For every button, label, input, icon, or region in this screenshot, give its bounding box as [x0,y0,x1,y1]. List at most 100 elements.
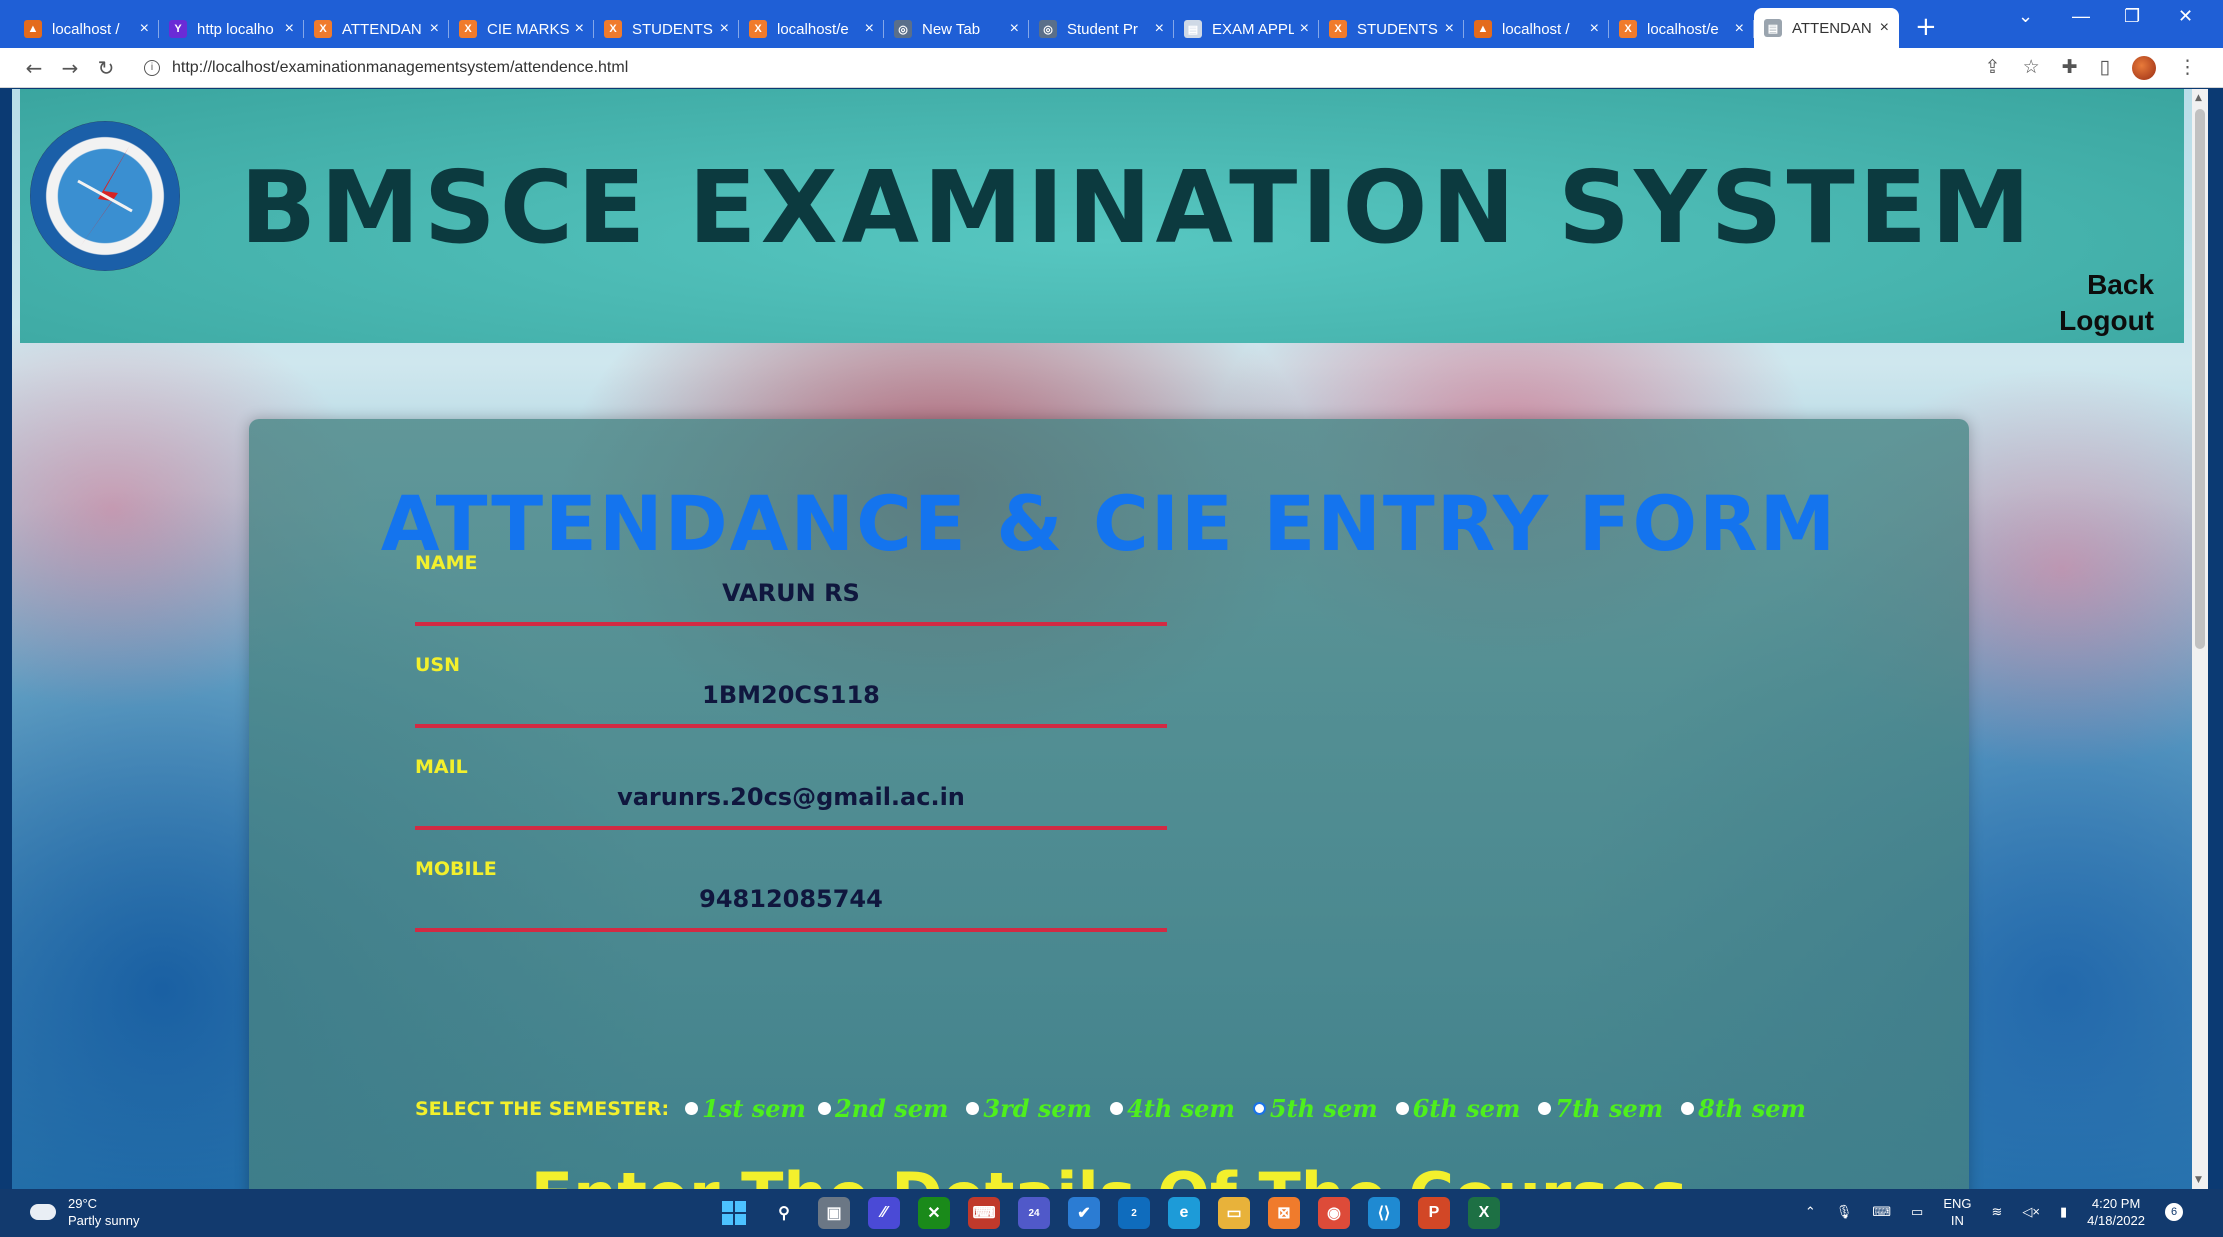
browser-tab-5[interactable]: X STUDENTS × [594,10,739,48]
browser-tab-1[interactable]: ▲ localhost / × [14,10,159,48]
teams-icon[interactable]: 24 [1018,1197,1050,1229]
page-scrollbar[interactable]: ▲ ▼ [2192,89,2208,1189]
semester-option-3[interactable]: 3rd sem [983,1094,1092,1123]
semester-radio-2[interactable] [817,1102,831,1115]
chrome-icon[interactable]: ◉ [1318,1197,1350,1229]
tab-close-icon[interactable]: × [1010,20,1019,38]
task-view-icon[interactable]: ▣ [818,1197,850,1229]
tab-close-icon[interactable]: × [140,20,149,38]
scroll-up-icon[interactable]: ▲ [2195,93,2202,103]
typing-app-icon[interactable]: ⌨ [968,1197,1000,1229]
notification-badge[interactable]: 6 [2165,1203,2183,1221]
clock[interactable]: 4:20 PM 4/18/2022 [2087,1195,2145,1229]
profile-avatar[interactable] [2132,56,2156,80]
semester-radio-1[interactable] [685,1102,699,1115]
scroll-down-icon[interactable]: ▼ [2195,1175,2202,1185]
browser-tab-3[interactable]: X ATTENDAN × [304,10,449,48]
bookmark-star-icon[interactable]: ☆ [2023,56,2040,80]
xampp-icon[interactable]: ⊠ [1268,1197,1300,1229]
keyboard-icon[interactable]: ⌨ [1872,1204,1891,1220]
minimize-icon[interactable]: — [2072,6,2090,27]
browser-tab-4[interactable]: X CIE MARKS × [449,10,594,48]
tab-close-icon[interactable]: × [720,20,729,38]
browser-tab-7[interactable]: ◎ New Tab × [884,10,1029,48]
display-icon[interactable]: ▭ [1911,1204,1923,1220]
system-tray: ⌃ 🎙 ⌨ ▭ ENG IN ≋ ◁× ▮ 4:20 PM 4/18/2022 … [1805,1195,2183,1229]
reload-icon[interactable]: ↻ [88,56,124,80]
semester-option-7[interactable]: 7th sem [1555,1094,1663,1123]
tab-search-icon[interactable]: ⌄ [2018,6,2033,27]
semester-option-2[interactable]: 2nd sem [835,1094,948,1123]
forward-arrow-icon[interactable]: → [52,56,88,80]
weather-temp: 29°C [68,1196,98,1211]
language-indicator[interactable]: ENG IN [1943,1195,1971,1229]
battery-icon[interactable]: ▮ [2060,1204,2067,1220]
restore-icon[interactable]: ❐ [2124,6,2140,27]
back-link[interactable]: Back [2087,269,2154,301]
semester-radio-7[interactable] [1538,1102,1552,1115]
tab-close-icon[interactable]: × [1155,20,1164,38]
vscode-icon[interactable]: ⟨⟩ [1368,1197,1400,1229]
todo-icon[interactable]: ✔ [1068,1197,1100,1229]
browser-tab-2[interactable]: Yhttp localho × [159,10,304,48]
semester-option-4[interactable]: 4th sem [1127,1094,1235,1123]
logout-link[interactable]: Logout [2059,305,2154,337]
mail-icon[interactable]: 2 [1118,1197,1150,1229]
back-arrow-icon[interactable]: ← [16,56,52,80]
tab-title: CIE MARKS [487,20,569,38]
microphone-icon[interactable]: 🎙 [1836,1204,1853,1220]
semester-radio-8[interactable] [1681,1102,1695,1115]
excel-icon[interactable]: X [1468,1197,1500,1229]
tab-close-icon[interactable]: × [1880,19,1889,37]
new-tab-icon[interactable]: + [1915,12,1937,42]
tab-close-icon[interactable]: × [575,20,584,38]
start-icon[interactable] [718,1197,750,1229]
extensions-icon[interactable]: ✚ [2062,56,2078,80]
browser-tab-8[interactable]: ◎ Student Pr × [1029,10,1174,48]
semester-option-6[interactable]: 6th sem [1413,1094,1521,1123]
tab-close-icon[interactable]: × [430,20,439,38]
file-explorer-icon[interactable]: ▭ [1218,1197,1250,1229]
clock-time: 4:20 PM [2091,1196,2141,1211]
wifi-icon[interactable]: ≋ [1992,1204,2003,1220]
weather-desc: Partly sunny [68,1213,140,1228]
url-field[interactable]: i http://localhost/examinationmanagement… [144,59,628,77]
browser-tab-11[interactable]: ▲ localhost / × [1464,10,1609,48]
browser-tab-9[interactable]: ▤ EXAM APPL × [1174,10,1319,48]
tab-close-icon[interactable]: × [1735,20,1744,38]
scroll-thumb[interactable] [2195,109,2205,649]
close-window-icon[interactable]: ✕ [2178,6,2193,27]
semester-radio-4[interactable] [1110,1102,1124,1115]
weather-widget[interactable]: 29°C Partly sunny [30,1195,140,1229]
tab-close-icon[interactable]: × [1590,20,1599,38]
side-panel-icon[interactable]: ▯ [2100,56,2110,80]
site-info-icon[interactable]: i [144,59,160,76]
tab-close-icon[interactable]: × [1300,20,1309,38]
semester-option-8[interactable]: 8th sem [1698,1094,1806,1123]
usn-field[interactable]: 1BM20CS118 [415,681,1167,709]
menu-dots-icon[interactable]: ⋮ [2178,56,2197,80]
tab-close-icon[interactable]: × [1445,20,1454,38]
mail-field[interactable]: varunrs.20cs@gmail.ac.in [415,783,1167,811]
browser-tab-6[interactable]: Xlocalhost/e × [739,10,884,48]
browser-tab-13[interactable]: ▤ ATTENDAN × [1754,8,1899,48]
chevron-up-icon[interactable]: ⌃ [1805,1204,1816,1220]
edge-icon[interactable]: e [1168,1197,1200,1229]
browser-tab-12[interactable]: Xlocalhost/e × [1609,10,1754,48]
tab-close-icon[interactable]: × [865,20,874,38]
semester-radio-5-selected[interactable] [1252,1102,1266,1115]
share-icon[interactable]: ⇪ [1985,56,2001,80]
search-icon[interactable]: ⚲ [768,1197,800,1229]
semester-radio-6[interactable] [1395,1102,1409,1115]
browser-tab-10[interactable]: X STUDENTS × [1319,10,1464,48]
pen-app-icon[interactable]: ⁄⁄ [868,1197,900,1229]
mobile-field[interactable]: 94812085744 [415,885,1167,913]
semester-radio-3[interactable] [966,1102,980,1115]
powerpoint-icon[interactable]: P [1418,1197,1450,1229]
volume-muted-icon[interactable]: ◁× [2022,1204,2040,1220]
name-field[interactable]: VARUN RS [415,579,1167,607]
semester-option-5[interactable]: 5th sem [1270,1094,1378,1123]
semester-option-1[interactable]: 1st sem [702,1094,806,1123]
xbox-icon[interactable]: ✕ [918,1197,950,1229]
tab-close-icon[interactable]: × [285,20,294,38]
